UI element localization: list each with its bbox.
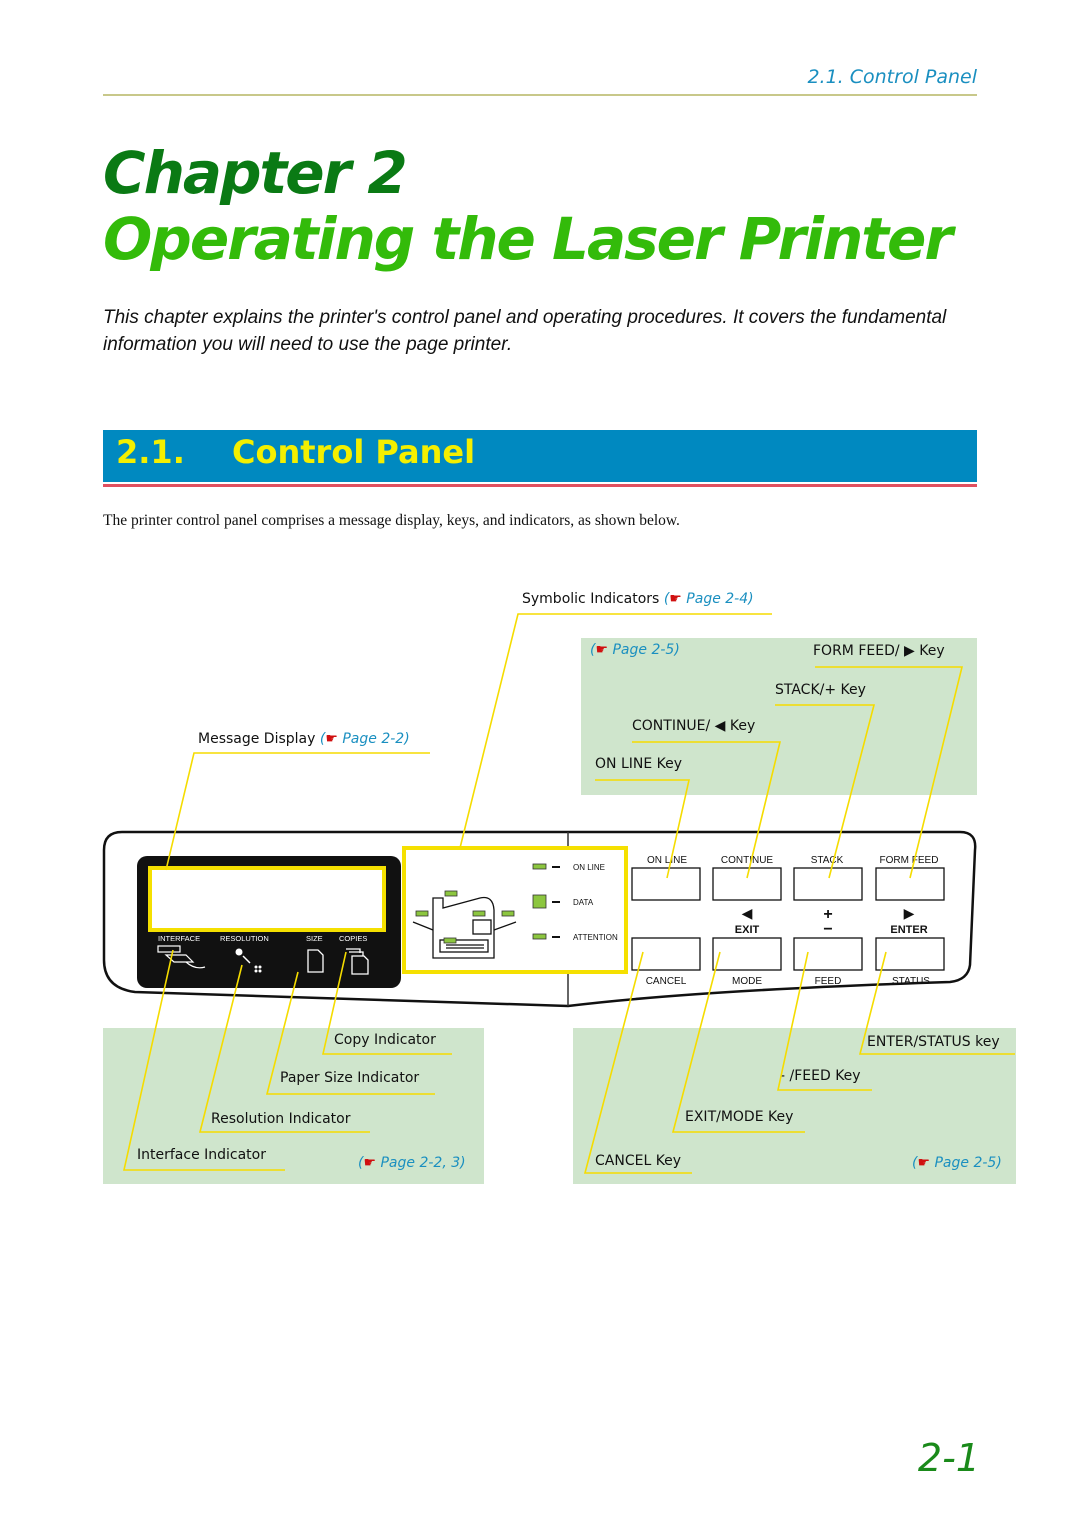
key-label-feed: FEED (815, 976, 842, 987)
key-label-cancel: CANCEL (646, 976, 687, 987)
right-arrow-icon: ▶ (904, 905, 915, 921)
key-label-on-line: ON LINE (647, 855, 687, 866)
led-label-data: DATA (573, 898, 594, 907)
feed-key[interactable] (793, 937, 863, 971)
exit-mode-key[interactable] (712, 937, 782, 971)
key-label-mode: MODE (732, 976, 762, 987)
display-label-copies: COPIES (339, 934, 367, 943)
display-label-size: SIZE (306, 934, 323, 943)
led-label-attention: ATTENTION (573, 933, 618, 942)
data-led (532, 894, 547, 909)
control-panel-figure: INTERFACE RESOLUTION SIZE COPIES ON LINE… (102, 613, 1015, 1174)
left-arrow-icon: ◀ (742, 905, 753, 921)
display-label-interface: INTERFACE (158, 934, 200, 943)
page-number: 2-1 (917, 1436, 980, 1480)
enter-label: ENTER (890, 924, 927, 936)
continue-key[interactable] (712, 867, 782, 901)
on-line-key[interactable] (631, 867, 701, 901)
key-label-status: STATUS (892, 976, 930, 987)
attention-led (532, 933, 547, 940)
display-label-resolution: RESOLUTION (220, 934, 269, 943)
key-label-form-feed: FORM FEED (880, 855, 939, 866)
exit-label: EXIT (735, 924, 760, 936)
form-feed-key[interactable] (875, 867, 945, 901)
led-label-on-line: ON LINE (573, 863, 605, 872)
on-line-led (532, 863, 547, 870)
message-display (148, 866, 386, 932)
key-label-stack: STACK (811, 855, 844, 866)
key-label-continue: CONTINUE (721, 855, 774, 866)
minus-icon: − (823, 921, 832, 938)
stack-key[interactable] (793, 867, 863, 901)
